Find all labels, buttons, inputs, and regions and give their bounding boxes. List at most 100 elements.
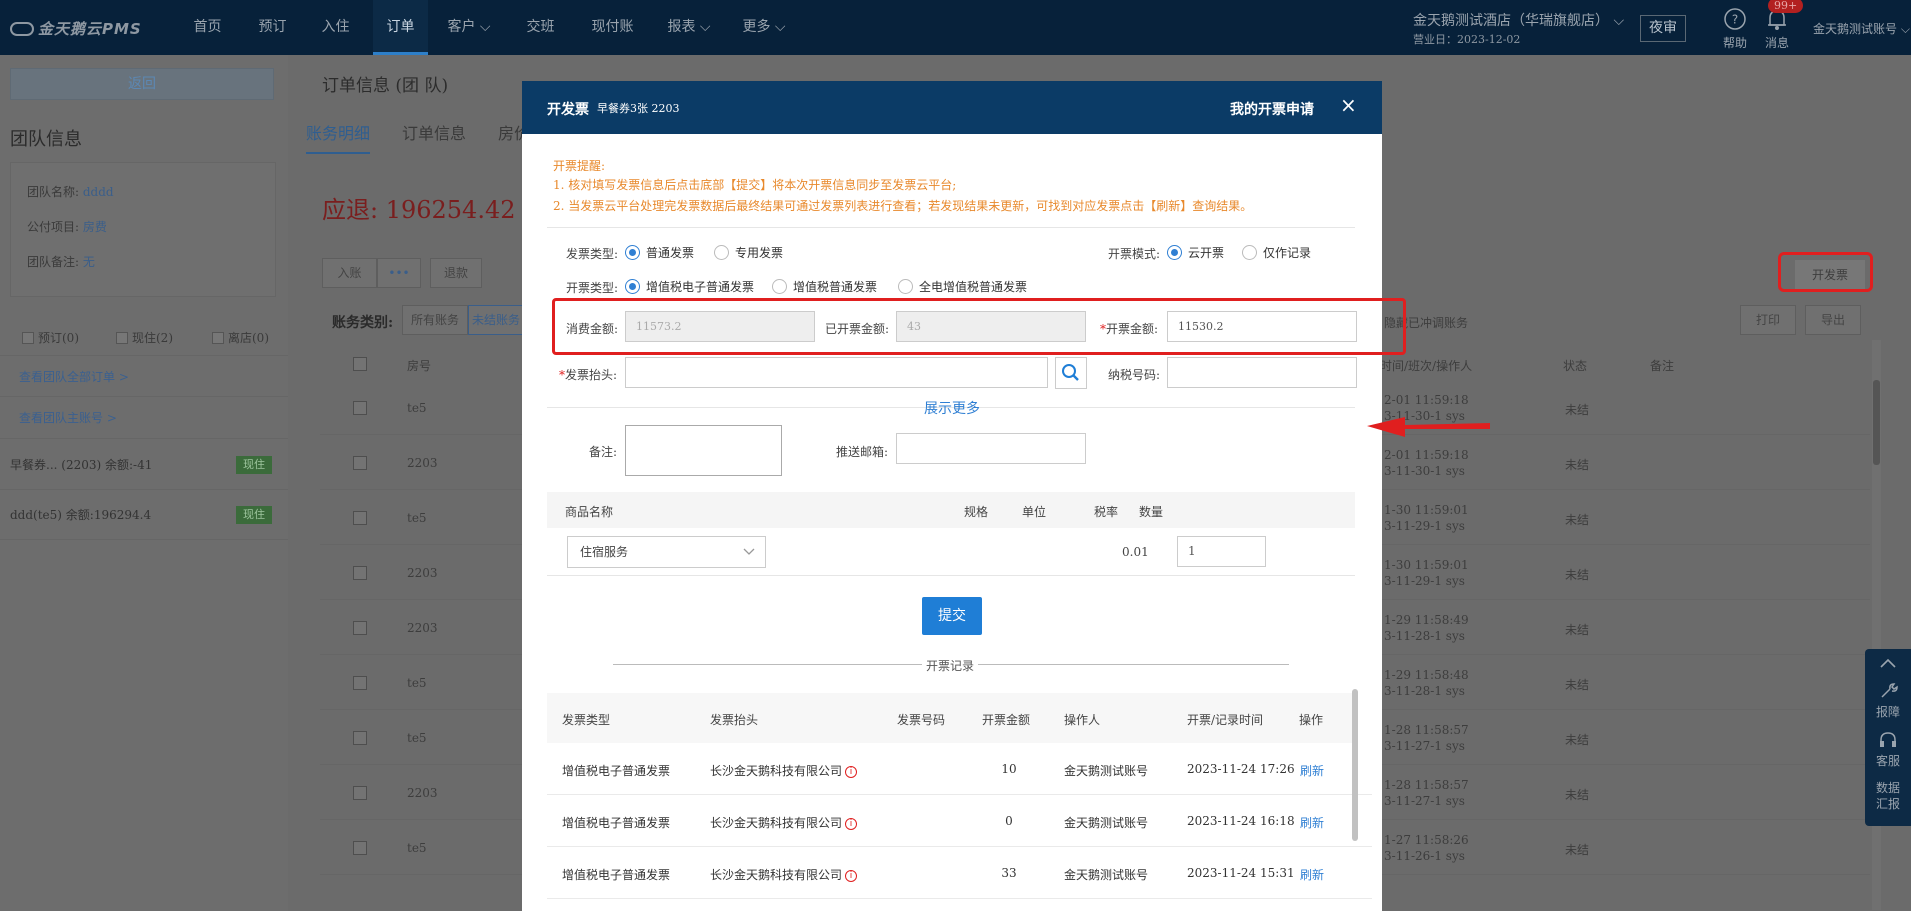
- top-nav-bar: 金天鹅云PMS 首页 预订 入住 订单 客户 ⌵ 交班 现付账 报表 ⌵ 更多 …: [0, 0, 1911, 55]
- row-checkbox[interactable]: [353, 786, 367, 800]
- tax-number-input[interactable]: [1167, 357, 1357, 388]
- radio-checked[interactable]: [625, 245, 640, 260]
- header-search-button[interactable]: [1055, 357, 1087, 389]
- invoice-type-special-radio[interactable]: 专用发票: [714, 244, 783, 261]
- records-scrollbar[interactable]: [1352, 689, 1358, 841]
- col-quantity: 数量: [1139, 505, 1164, 519]
- show-more-link[interactable]: 展示更多: [924, 398, 980, 418]
- tool-label: 报障: [1875, 705, 1900, 719]
- nav-booking[interactable]: 预订: [250, 0, 295, 55]
- view-team-master-link[interactable]: 查看团队主账号 >: [0, 397, 288, 439]
- close-icon[interactable]: ×: [1340, 93, 1357, 117]
- category-all-button[interactable]: 所有账务: [402, 305, 468, 335]
- invoice-type-normal-radio[interactable]: 普通发票: [625, 244, 694, 261]
- refresh-link[interactable]: 刷新: [1300, 866, 1324, 883]
- remark-textarea[interactable]: [625, 425, 782, 476]
- row-shift-operator: 3-11-26-1 sys: [1384, 849, 1465, 863]
- select-all-checkbox[interactable]: [353, 357, 367, 371]
- user-menu[interactable]: 金天鹅测试账号 ⌵: [1813, 20, 1910, 37]
- record-header-text: 长沙金天鹅科技有限公司: [710, 764, 843, 778]
- submit-button[interactable]: 提交: [922, 597, 982, 635]
- table-scrollbar-thumb[interactable]: [1873, 380, 1880, 465]
- room-list-item[interactable]: 早餐券... (2203) 余额:-41 现住: [0, 440, 288, 490]
- checkbox[interactable]: [212, 331, 224, 344]
- row-status: 未结: [1565, 568, 1590, 582]
- category-unsettled-button[interactable]: 未结账务: [468, 305, 524, 335]
- invoice-header-input[interactable]: [625, 357, 1048, 388]
- kind-fully-digital-radio[interactable]: 全电增值税普通发票: [898, 278, 1027, 295]
- report-fault-button[interactable]: 报障: [1865, 682, 1911, 720]
- hotel-selector[interactable]: 金天鹅测试酒店（华瑞旗舰店） ⌵: [1413, 10, 1624, 30]
- radio-unchecked[interactable]: [1242, 245, 1257, 260]
- my-invoice-applications-link[interactable]: 我的开票申请: [1230, 99, 1314, 119]
- row-checkbox[interactable]: [353, 731, 367, 745]
- radio-unchecked[interactable]: [714, 245, 729, 260]
- room-list-item[interactable]: ddd(te5) 余额:196294.4 现住: [0, 490, 288, 540]
- print-button[interactable]: 打印: [1740, 305, 1796, 335]
- nav-shift[interactable]: 交班: [518, 0, 563, 55]
- row-checkbox[interactable]: [353, 511, 367, 525]
- radio-checked[interactable]: [1167, 245, 1182, 260]
- row-checkbox[interactable]: [353, 401, 367, 415]
- refresh-link[interactable]: 刷新: [1300, 762, 1324, 779]
- more-actions-button[interactable]: •••: [377, 258, 421, 288]
- data-report-button[interactable]: 数据汇报: [1865, 780, 1911, 812]
- mode-cloud-radio[interactable]: 云开票: [1167, 244, 1224, 261]
- row-status: 未结: [1565, 678, 1590, 692]
- kind-vat-paper-radio[interactable]: 增值税普通发票: [772, 278, 877, 295]
- row-checkbox[interactable]: [353, 566, 367, 580]
- row-checkbox[interactable]: [353, 841, 367, 855]
- info-icon[interactable]: i: [845, 765, 858, 778]
- app-logo[interactable]: 金天鹅云PMS: [10, 18, 142, 39]
- night-audit-button[interactable]: 夜审: [1640, 15, 1686, 42]
- info-icon[interactable]: i: [845, 869, 858, 882]
- label-text: 发票抬头:: [565, 368, 618, 382]
- radio-checked[interactable]: [625, 279, 640, 294]
- nav-orders[interactable]: 订单: [373, 0, 428, 55]
- row-status: 未结: [1565, 403, 1590, 417]
- nav-checkin[interactable]: 入住: [313, 0, 358, 55]
- checkbox[interactable]: [116, 331, 128, 344]
- row-checkbox[interactable]: [353, 676, 367, 690]
- nav-cash-account[interactable]: 现付账: [585, 0, 640, 55]
- kind-vat-electronic-radio[interactable]: 增值税电子普通发票: [625, 278, 754, 295]
- goods-name-select[interactable]: 住宿服务: [567, 536, 766, 568]
- refresh-link[interactable]: 刷新: [1300, 814, 1324, 831]
- push-email-input[interactable]: [896, 433, 1086, 464]
- filter-checked-out[interactable]: 离店(0): [212, 329, 269, 346]
- nav-more[interactable]: 更多 ⌵: [735, 0, 793, 55]
- tab-order-info[interactable]: 订单信息: [402, 120, 466, 144]
- info-icon[interactable]: i: [845, 817, 858, 830]
- help-button[interactable]: ? 帮助: [1718, 7, 1752, 51]
- tab-room-rate[interactable]: 房价: [498, 120, 522, 144]
- row-checkbox[interactable]: [353, 456, 367, 470]
- tax-rate-value: 0.01: [1122, 545, 1149, 559]
- view-all-team-orders-link[interactable]: 查看团队全部订单 >: [0, 355, 288, 397]
- nav-home[interactable]: 首页: [185, 0, 230, 55]
- filter-reserved[interactable]: 预订(0): [22, 329, 79, 346]
- messages-button[interactable]: 消息: [1760, 7, 1794, 51]
- select-value: 住宿服务: [580, 545, 629, 559]
- export-button[interactable]: 导出: [1805, 305, 1861, 335]
- nav-reports[interactable]: 报表 ⌵: [660, 0, 718, 55]
- mode-record-only-radio[interactable]: 仅作记录: [1242, 244, 1311, 261]
- nav-customers[interactable]: 客户 ⌵: [440, 0, 498, 55]
- record-operator: 金天鹅测试账号: [1064, 868, 1149, 882]
- post-entry-button[interactable]: 入账: [322, 258, 377, 288]
- radio-unchecked[interactable]: [772, 279, 787, 294]
- quantity-input[interactable]: 1: [1177, 536, 1266, 567]
- tab-account-details[interactable]: 账务明细: [306, 120, 371, 154]
- team-info-box: 团队名称: dddd 公付项目: 房费 团队备注: 无: [10, 162, 276, 297]
- checkbox[interactable]: [22, 331, 34, 344]
- scroll-top-button[interactable]: [1865, 653, 1911, 676]
- refund-button[interactable]: 退款: [430, 258, 482, 288]
- radio-unchecked[interactable]: [898, 279, 913, 294]
- business-date: 营业日：2023-12-02: [1413, 33, 1521, 46]
- customer-service-button[interactable]: 客服: [1865, 731, 1911, 769]
- row-checkbox[interactable]: [353, 621, 367, 635]
- tip-line-2: 2. 当发票云平台处理完发票数据后最终结果可通过发票列表进行查看；若发现结果未更…: [553, 199, 1253, 213]
- back-button[interactable]: 返回: [10, 68, 274, 100]
- filter-in-house[interactable]: 现住(2): [116, 329, 173, 346]
- table-row: 增值税电子普通发票 长沙金天鹅科技有限公司 i 33 金天鹅测试账号 2023-1…: [547, 847, 1372, 899]
- row-room: te5: [407, 731, 427, 745]
